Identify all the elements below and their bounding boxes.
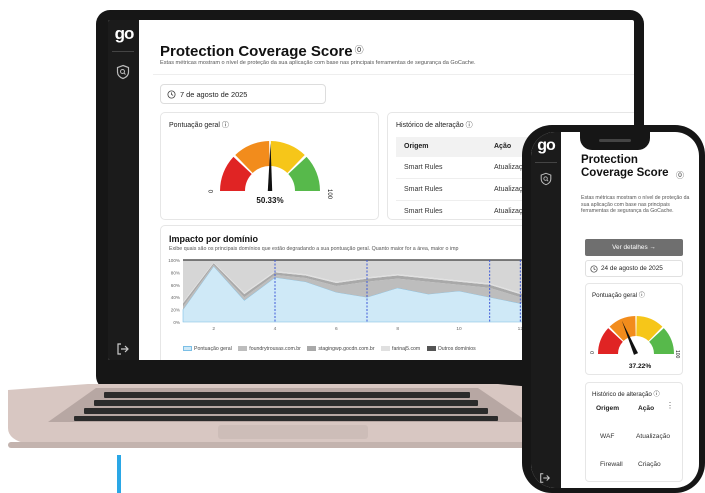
legend-label: foundrytrousas.com.br — [249, 346, 301, 352]
shield-search-icon[interactable] — [539, 172, 553, 186]
score-card-label: Pontuação geral ⓘ — [169, 122, 229, 129]
page-title: Protection Coverage Score ⓪ — [160, 43, 364, 60]
impact-title: Impacto por domínio — [169, 234, 258, 244]
phone-page-subtitle: Estas métricas mostram o nível de proteç… — [581, 195, 690, 215]
row-origem: WAF — [600, 433, 615, 440]
phone-main: Protection Coverage Score ⓪ Estas métric… — [561, 132, 699, 488]
help-icon[interactable]: ⓪ — [355, 45, 364, 55]
sidebar: go — [108, 20, 139, 360]
date-value: 7 de agosto de 2025 — [180, 90, 248, 99]
y-tick-label: 40% — [171, 295, 180, 300]
gauge-max-label: 100 — [674, 350, 680, 359]
score-card: Pontuação geral ⓘ 50.33% 0 100 — [160, 112, 379, 220]
score-gauge: 37.22% 0 100 — [590, 316, 680, 370]
legend-label: Outros domínios — [437, 346, 476, 352]
logo[interactable]: go — [112, 24, 136, 44]
legend-item[interactable]: Pontuação geral — [183, 346, 232, 352]
legend-label: farinaj5.com — [392, 346, 421, 352]
gauge-max-label: 100 — [326, 189, 332, 200]
row-origem: Firewall — [600, 461, 623, 468]
gauge-value: 37.22% — [629, 363, 652, 370]
date-picker[interactable]: 7 de agosto de 2025 — [160, 84, 326, 104]
legend-item[interactable]: stagingwp.gocdn.com.br — [307, 346, 375, 352]
legend-item[interactable]: foundrytrousas.com.br — [238, 346, 301, 352]
impact-subtitle: Exibe quais são os principais domínios q… — [169, 246, 459, 252]
shield-search-icon[interactable] — [115, 64, 131, 80]
stage: go Protection Coverage Score ⓪ Estas métr… — [0, 0, 705, 493]
row-acao: Atualizaç — [494, 186, 523, 193]
help-icon[interactable]: ⓪ — [676, 170, 684, 181]
legend-item[interactable]: farinaj5.com — [381, 346, 420, 352]
date-value: 24 de agosto de 2025 — [601, 265, 663, 272]
accent-line — [117, 455, 121, 493]
y-tick-label: 80% — [171, 270, 180, 275]
row-origem: Smart Rules — [404, 208, 443, 215]
phone-date-picker[interactable]: 24 de agosto de 2025 — [585, 260, 683, 277]
page-title-text: Protection Coverage Score — [160, 43, 353, 60]
legend-item[interactable]: Outros domínios — [426, 346, 476, 352]
phone-sidebar: go — [531, 132, 561, 488]
gauge-min-label: 0 — [209, 189, 215, 193]
gauge-value: 50.33% — [256, 196, 283, 205]
y-tick-label: 60% — [171, 283, 180, 288]
sidebar-divider — [112, 51, 134, 52]
score-gauge: 50.33% 0 100 — [209, 141, 332, 205]
page-subtitle: Estas métricas mostram o nível de proteç… — [160, 60, 476, 66]
legend-label: stagingwp.gocdn.com.br — [318, 346, 375, 352]
phone-screen: go Protection Coverage Score ⓪ Estas mét… — [531, 132, 699, 488]
y-tick-label: 100% — [168, 258, 180, 263]
phone-logo[interactable]: go — [534, 137, 558, 157]
y-tick-label: 0% — [173, 320, 180, 325]
phone-score-card: Pontuação geral ⓘ 37.22% 0 100 — [585, 283, 683, 375]
x-tick-label: 2 — [212, 326, 215, 332]
gauge-min-label: 0 — [590, 351, 596, 354]
laptop-base — [8, 384, 568, 448]
row-origem: Smart Rules — [404, 164, 443, 171]
row-acao: Criação — [638, 461, 661, 468]
chart-legend: Pontuação geral foundrytrousas.com.br st… — [183, 346, 481, 352]
column-header-origem: Origem — [404, 143, 429, 150]
history-card-label: Histórico de alteração ⓘ — [396, 122, 473, 129]
x-tick-label: 8 — [396, 326, 399, 332]
details-button[interactable]: Ver detalhes → — [585, 239, 683, 256]
column-header-acao: Ação — [494, 143, 512, 150]
legend-label: Pontuação geral — [194, 346, 232, 352]
clock-icon — [590, 265, 598, 273]
sidebar-divider — [535, 162, 557, 163]
phone-page-title: Protection Coverage Score — [581, 154, 669, 179]
logout-icon[interactable] — [539, 472, 551, 484]
row-acao: Atualizaç — [494, 208, 523, 215]
x-tick-label: 4 — [274, 326, 277, 332]
y-tick-label: 20% — [171, 308, 180, 313]
history-card-label: Histórico de alteração ⓘ — [592, 391, 660, 398]
column-header-origem: Origem — [596, 405, 620, 412]
row-acao: Atualizaç — [494, 164, 523, 171]
x-tick-label: 10 — [456, 326, 462, 332]
divider — [153, 74, 634, 75]
logout-icon[interactable] — [116, 342, 130, 356]
x-tick-label: 6 — [335, 326, 338, 332]
row-origem: Smart Rules — [404, 186, 443, 193]
column-header-acao: Ação — [638, 405, 655, 412]
clock-icon — [167, 90, 176, 99]
phone-history-card: Histórico de alteração ⓘ ⋮ Origem Ação W… — [585, 382, 683, 482]
more-options-icon[interactable]: ⋮ — [666, 401, 674, 410]
row-acao: Atualização — [636, 433, 671, 440]
